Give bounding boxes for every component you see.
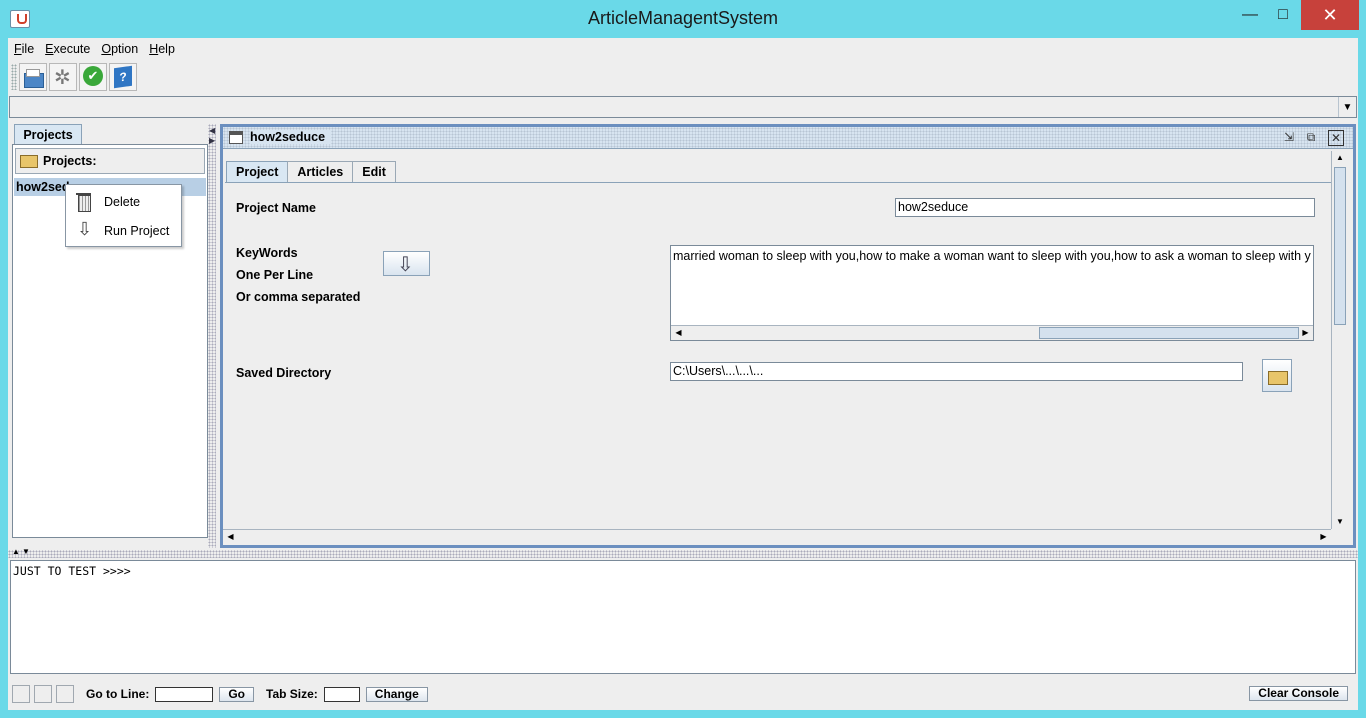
gear-icon[interactable] — [49, 63, 77, 91]
window-title: ArticleManagentSystem — [587, 8, 779, 28]
go-button[interactable]: Go — [219, 686, 254, 702]
frame-horizontal-scrollbar[interactable]: ◀ ▶ — [223, 529, 1331, 545]
trash-icon — [75, 192, 93, 212]
client-area: File Execute Option Help ▼ Projects Proj… — [8, 38, 1358, 710]
iconify-icon[interactable]: ⇲ — [1281, 130, 1297, 146]
tab-projects[interactable]: Projects — [14, 124, 82, 145]
keywords-hint-1: One Per Line — [236, 268, 314, 282]
splitter-up-icon[interactable]: ▲ — [12, 547, 20, 556]
console-output[interactable]: JUST TO TEST >>>> — [10, 560, 1356, 674]
status-indicator-2 — [34, 685, 52, 703]
keywords-textarea[interactable]: married woman to sleep with you,how to m… — [670, 245, 1314, 341]
tab-edit[interactable]: Edit — [352, 161, 396, 182]
project-name-input[interactable]: how2seduce — [895, 198, 1315, 217]
browse-directory-button[interactable] — [1262, 359, 1292, 392]
toolbar — [8, 60, 1358, 94]
menu-option[interactable]: Option — [96, 42, 143, 56]
keywords-text: married woman to sleep with you,how to m… — [673, 249, 1311, 263]
vertical-scroll-thumb[interactable] — [1334, 167, 1346, 325]
clear-console-button[interactable]: Clear Console — [1249, 686, 1348, 701]
tab-articles[interactable]: Articles — [287, 161, 354, 182]
restore-icon[interactable]: ⧉ — [1303, 130, 1319, 146]
run-project-menu-item[interactable]: Run Project — [66, 217, 181, 245]
scroll-down-icon[interactable]: ▼ — [1332, 515, 1348, 529]
frame-scroll-left-icon[interactable]: ◀ — [223, 530, 238, 544]
projects-root-label: Projects: — [43, 154, 97, 168]
project-internal-frame: how2seduce ⇲ ⧉ ✕ Project Articles Edit P… — [220, 124, 1356, 548]
status-bar: Go to Line: Go Tab Size: Change Clear Co… — [8, 680, 1358, 708]
vertical-splitter[interactable]: ◀ ▶ — [208, 124, 216, 548]
delete-label: Delete — [104, 195, 141, 209]
frame-close-icon[interactable]: ✕ — [1328, 130, 1344, 146]
keywords-label: KeyWords — [236, 246, 298, 260]
status-indicator-3 — [56, 685, 74, 703]
scroll-right-icon[interactable]: ▶ — [1298, 326, 1313, 340]
delete-menu-item[interactable]: Delete — [66, 188, 181, 216]
horizontal-splitter[interactable]: ▲ ▼ — [8, 547, 1358, 558]
scroll-left-icon[interactable]: ◀ — [671, 326, 686, 340]
tab-size-input[interactable] — [323, 686, 360, 702]
chevron-down-icon[interactable]: ▼ — [1338, 97, 1356, 117]
tab-project[interactable]: Project — [226, 161, 289, 182]
check-icon[interactable] — [79, 63, 107, 91]
context-menu: Delete Run Project — [65, 184, 182, 247]
project-combo-box[interactable]: ▼ — [9, 96, 1357, 118]
frame-icon — [229, 131, 243, 144]
scroll-thumb[interactable] — [1039, 327, 1299, 339]
minimize-button[interactable]: — — [1233, 0, 1267, 30]
keywords-hint-2: Or comma separated — [236, 290, 361, 304]
expand-right-icon[interactable]: ▶ — [209, 136, 215, 145]
project-tab-content: Project Name how2seduce KeyWords One Per… — [225, 182, 1331, 522]
goto-line-input[interactable] — [155, 686, 214, 702]
run-project-label: Run Project — [104, 224, 170, 238]
close-button[interactable]: ✕ — [1301, 0, 1359, 30]
goto-line-label: Go to Line: — [86, 687, 150, 701]
menu-help[interactable]: Help — [144, 42, 180, 56]
frame-title: how2seduce — [250, 130, 332, 144]
folder-open-icon[interactable] — [19, 63, 47, 91]
keywords-horizontal-scrollbar[interactable]: ◀ ▶ — [671, 325, 1313, 340]
toolbar-grip[interactable] — [11, 64, 17, 90]
maximize-button[interactable]: □ — [1266, 0, 1300, 30]
project-name-label: Project Name — [236, 201, 316, 215]
splitter-down-icon[interactable]: ▼ — [22, 547, 30, 556]
saved-directory-input[interactable]: C:\Users\...\...\... — [670, 362, 1243, 381]
project-tabs: Project Articles Edit — [226, 161, 396, 183]
menu-execute[interactable]: Execute — [40, 42, 95, 56]
help-icon[interactable] — [109, 63, 137, 91]
saved-directory-label: Saved Directory — [236, 366, 332, 380]
change-button[interactable]: Change — [365, 686, 428, 702]
frame-scroll-right-icon[interactable]: ▶ — [1316, 530, 1331, 544]
scroll-up-icon[interactable]: ▲ — [1332, 151, 1348, 165]
frame-title-bar[interactable]: how2seduce ⇲ ⧉ ✕ — [223, 127, 1353, 149]
menu-file[interactable]: File — [9, 42, 39, 56]
folder-icon — [20, 154, 38, 168]
menu-bar: File Execute Option Help — [8, 38, 1358, 60]
title-bar: ArticleManagentSystem — □ ✕ — [0, 0, 1366, 38]
import-keywords-button[interactable] — [383, 251, 430, 277]
status-indicator-1 — [12, 685, 30, 703]
run-icon — [75, 219, 93, 241]
frame-vertical-scrollbar[interactable]: ▲ ▼ — [1331, 151, 1348, 529]
tab-size-label: Tab Size: — [266, 687, 318, 701]
collapse-left-icon[interactable]: ◀ — [209, 126, 215, 135]
projects-root-node[interactable]: Projects: — [15, 148, 205, 174]
